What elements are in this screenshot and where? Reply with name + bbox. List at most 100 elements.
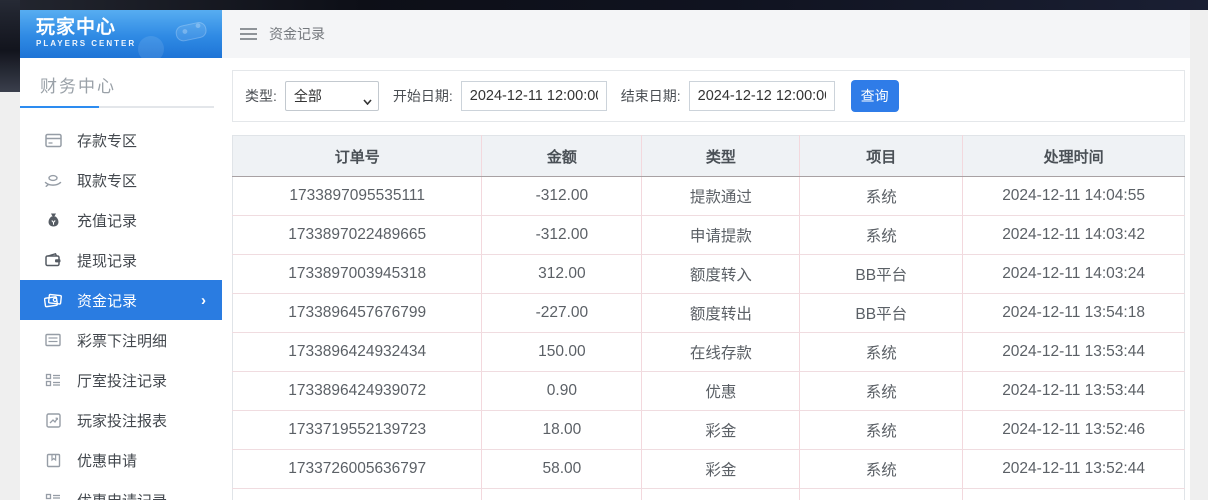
type-select[interactable]: 全部 [285,81,379,111]
sidebar-item-label: 存款专区 [77,130,137,151]
type-cell: 提款通过 [642,177,800,216]
sidebar-section-title: 财务中心 [40,72,222,97]
sidebar-item-label: 玩家投注报表 [77,410,167,431]
order-no-cell: 1733897095535111 [233,177,482,216]
type-cell: 额度转入 [642,255,800,294]
recharge-moneybag-icon [44,211,62,229]
sidebar: 玩家中心 PLAYERS CENTER 财务中心 存款专区 [20,10,222,500]
sidebar-item-label: 充值记录 [77,210,137,231]
sidebar-item-label: 彩票下注明细 [77,330,167,351]
search-button[interactable]: 查询 [851,80,899,112]
process-time-cell: 2024-12-11 14:03:24 [963,255,1185,294]
sidebar-item-label: 优惠申请记录 [77,490,167,500]
amount-cell: 18.00 [482,411,642,450]
left-backdrop-band [0,0,20,92]
column-header-order-no: 订单号 [233,136,482,177]
amount-cell: 0.90 [482,372,642,411]
table-header-row: 订单号 金额 类型 项目 处理时间 [233,136,1185,177]
main-content: 资金记录 类型: 全部 开始日期: 结束日期: 查询 订单号 金额 类型 [222,10,1190,500]
type-cell: 在线存款 [642,333,800,372]
promo-apply-icon [44,451,62,469]
bet-report-chart-icon [44,411,62,429]
type-cell: 额度转出 [642,294,800,333]
process-time-cell: 2024-12-11 13:52:46 [963,411,1185,450]
sidebar-item-fund-records[interactable]: 资金记录 › [20,280,222,320]
project-cell: 系统 [800,216,963,255]
project-cell: 系统 [800,177,963,216]
page-title: 资金记录 [269,24,325,44]
sidebar-section-header: 财务中心 [20,58,222,97]
type-label: 类型: [245,86,277,106]
amount-cell: -312.00 [482,216,642,255]
sidebar-item-label: 资金记录 [77,290,137,311]
promo-records-icon [44,491,62,500]
funds-coins-icon [44,291,62,309]
table-row: 1733897022489665 -312.00 申请提款 系统 2024-12… [233,216,1185,255]
sidebar-item-withdraw-records[interactable]: 提现记录 [20,240,222,280]
sidebar-item-withdraw-zone[interactable]: 取款专区 [20,160,222,200]
type-cell: 优惠 [642,372,800,411]
project-cell: BB平台 [800,294,963,333]
order-no-cell: 1733719552139723 [233,411,482,450]
order-no-cell: 1733896424939072 [233,372,482,411]
section-divider [20,106,214,108]
project-cell: BB平台 [800,255,963,294]
table-row-partial [233,489,1185,500]
column-header-process-time: 处理时间 [963,136,1185,177]
column-header-amount: 金额 [482,136,642,177]
brand-header: 玩家中心 PLAYERS CENTER [20,10,222,58]
amount-cell: 312.00 [482,255,642,294]
table-row: 1733726005636797 58.00 彩金 系统 2024-12-11 … [233,450,1185,489]
sidebar-item-label: 取款专区 [77,170,137,191]
lottery-list-icon [44,331,62,349]
project-cell: 系统 [800,333,963,372]
end-date-label: 结束日期: [621,86,681,106]
start-date-input[interactable] [461,81,607,111]
process-time-cell: 2024-12-11 13:54:18 [963,294,1185,333]
table-row: 1733896424932434 150.00 在线存款 系统 2024-12-… [233,333,1185,372]
table-row: 1733896424939072 0.90 优惠 系统 2024-12-11 1… [233,372,1185,411]
hamburger-menu-icon[interactable] [240,25,257,43]
type-cell: 申请提款 [642,216,800,255]
gamepad-icon [172,16,212,51]
order-no-cell: 1733897022489665 [233,216,482,255]
table-row: 1733897095535111 -312.00 提款通过 系统 2024-12… [233,177,1185,216]
withdraw-hand-icon [44,171,62,189]
process-time-cell: 2024-12-11 14:03:42 [963,216,1185,255]
top-backdrop-band [0,0,1208,10]
sidebar-menu: 存款专区 取款专区 充值记录 [20,120,222,500]
process-time-cell: 2024-12-11 13:53:44 [963,372,1185,411]
project-cell: 系统 [800,411,963,450]
type-cell: 彩金 [642,411,800,450]
fund-records-table: 订单号 金额 类型 项目 处理时间 1733897095535111 -312.… [232,135,1185,500]
brand-circle-decoration [138,36,164,58]
start-date-label: 开始日期: [393,86,453,106]
amount-cell: 58.00 [482,450,642,489]
deposit-card-icon [44,131,62,149]
order-no-cell: 1733897003945318 [233,255,482,294]
chevron-right-icon: › [201,292,206,309]
sidebar-item-recharge-records[interactable]: 充值记录 [20,200,222,240]
sidebar-item-deposit-zone[interactable]: 存款专区 [20,120,222,160]
sidebar-item-hall-bet-records[interactable]: 厅室投注记录 [20,360,222,400]
sidebar-item-label: 优惠申请 [77,450,137,471]
filter-bar: 类型: 全部 开始日期: 结束日期: 查询 [232,70,1185,122]
sidebar-item-label: 厅室投注记录 [77,370,167,391]
sidebar-item-label: 提现记录 [77,250,137,271]
amount-cell: -312.00 [482,177,642,216]
sidebar-item-promo-apply[interactable]: 优惠申请 [20,440,222,480]
column-header-type: 类型 [642,136,800,177]
table-row: 1733719552139723 18.00 彩金 系统 2024-12-11 … [233,411,1185,450]
order-no-cell: 1733896457676799 [233,294,482,333]
sidebar-item-promo-apply-records[interactable]: 优惠申请记录 [20,480,222,500]
sidebar-item-player-bet-report[interactable]: 玩家投注报表 [20,400,222,440]
project-cell: 系统 [800,450,963,489]
end-date-input[interactable] [689,81,835,111]
column-header-project: 项目 [800,136,963,177]
breadcrumb: 资金记录 [222,10,1190,58]
process-time-cell: 2024-12-11 14:04:55 [963,177,1185,216]
table-row: 1733897003945318 312.00 额度转入 BB平台 2024-1… [233,255,1185,294]
hall-bet-list-icon [44,371,62,389]
process-time-cell: 2024-12-11 13:53:44 [963,333,1185,372]
sidebar-item-lottery-bet-details[interactable]: 彩票下注明细 [20,320,222,360]
